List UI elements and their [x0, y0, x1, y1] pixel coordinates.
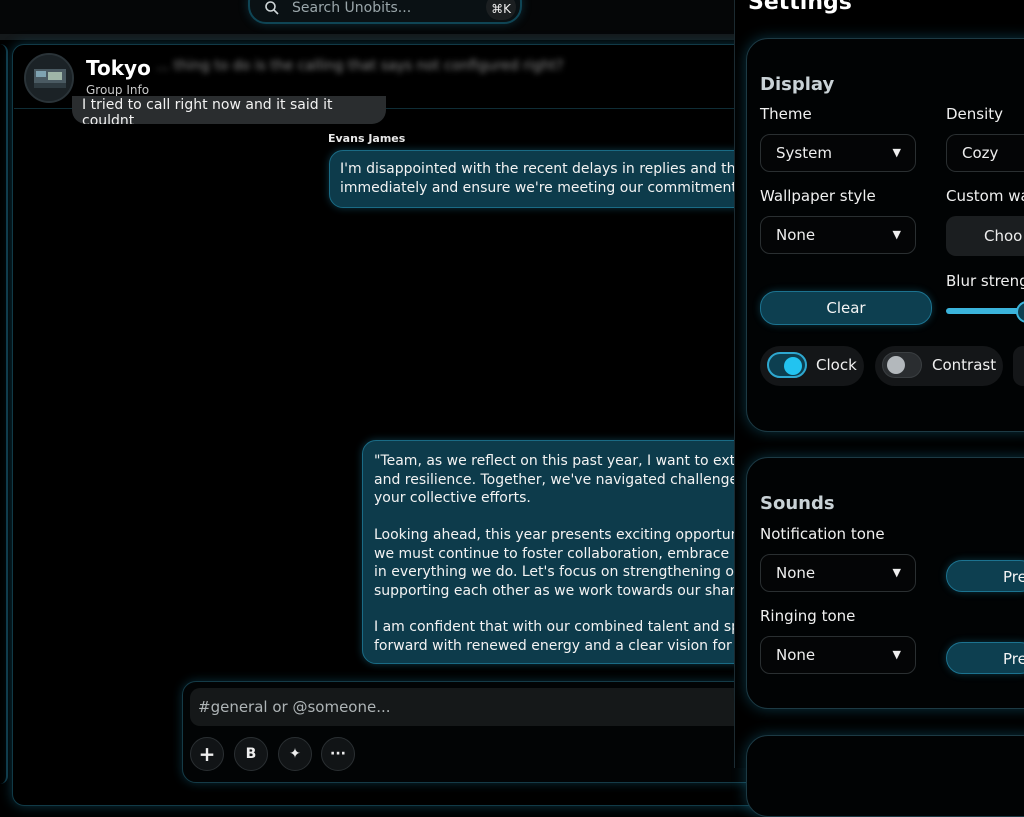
sparkle-icon: ✦: [289, 746, 301, 762]
message-line: immediately and ensure we're meeting our…: [340, 180, 749, 196]
ringing-tone-value: None: [776, 646, 816, 664]
extra-toggle-pill[interactable]: [1013, 346, 1024, 386]
message-line: "Team, as we reflect on this past year, …: [374, 453, 762, 469]
density-value: Cozy: [962, 144, 999, 162]
clock-switch[interactable]: [767, 352, 807, 378]
message-line: in everything we do. Let's focus on stre…: [374, 564, 749, 580]
notification-tone-label: Notification tone: [760, 525, 885, 543]
sounds-section-title: Sounds: [760, 493, 835, 514]
notification-tone-select[interactable]: None ▼: [760, 554, 916, 592]
switch-knob: [784, 357, 802, 375]
preview-ringing-button[interactable]: Pre: [946, 642, 1024, 674]
message-line: and resilience. Together, we've navigate…: [374, 471, 765, 488]
sender-name: Evans James: [328, 132, 406, 145]
theme-value: System: [776, 144, 832, 162]
display-section-title: Display: [760, 74, 835, 95]
group-avatar[interactable]: [24, 53, 74, 103]
message-line: supporting each other as we work towards…: [374, 582, 753, 599]
message-line: I'm disappointed with the recent delays …: [340, 161, 757, 177]
ringing-tone-select[interactable]: None ▼: [760, 636, 916, 674]
group-info-link[interactable]: Group Info: [86, 83, 149, 97]
plus-icon: +: [198, 742, 216, 766]
search-bar[interactable]: Search Unobits... ⌘K: [248, 0, 522, 24]
blur-strength-slider[interactable]: [946, 308, 1024, 314]
more-icon: ···: [330, 746, 346, 762]
group-photo-icon: [26, 55, 72, 101]
theme-label: Theme: [760, 105, 812, 123]
message-line: your collective efforts.: [374, 490, 531, 506]
wallpaper-select[interactable]: None ▼: [760, 216, 916, 254]
caret-down-icon: ▼: [892, 566, 901, 579]
density-select[interactable]: Cozy: [946, 134, 1024, 172]
blurred-preview: ... thing to do is the calling that says…: [156, 58, 564, 74]
theme-select[interactable]: System ▼: [760, 134, 916, 172]
add-attachment-button[interactable]: +: [190, 737, 224, 771]
density-label: Density: [946, 105, 1004, 123]
group-name[interactable]: Tokyo: [86, 56, 151, 80]
clock-label: Clock: [816, 356, 857, 374]
message-text: I tried to call right now and it said it…: [82, 97, 333, 124]
settings-title: Settings: [748, 0, 852, 15]
caret-down-icon: ▼: [892, 228, 901, 241]
left-panel-edge: [0, 44, 8, 784]
choose-wallpaper-button[interactable]: Choo: [946, 216, 1024, 256]
blur-strength-label: Blur streng: [946, 272, 1024, 290]
search-icon: [265, 1, 279, 15]
bold-button[interactable]: B: [234, 737, 268, 771]
contrast-switch[interactable]: [882, 352, 922, 378]
wallpaper-value: None: [776, 226, 816, 244]
more-options-button[interactable]: ···: [321, 737, 355, 771]
message-line: forward with renewed energy and a clear …: [374, 637, 753, 654]
header-divider: [0, 34, 740, 40]
search-placeholder: Search Unobits...: [292, 0, 412, 16]
message-bubble-received: I tried to call right now and it said it…: [72, 96, 386, 124]
message-line: Looking ahead, this year presents exciti…: [374, 527, 753, 543]
shortcut-badge: ⌘K: [486, 0, 516, 20]
message-line: we must continue to foster collaboration…: [374, 545, 752, 562]
message-bubble-sent: I'm disappointed with the recent delays …: [329, 150, 771, 208]
contrast-label: Contrast: [932, 356, 997, 374]
custom-wallpaper-label: Custom wa: [946, 187, 1024, 205]
switch-knob: [887, 356, 905, 374]
bold-icon: B: [245, 746, 257, 762]
clear-wallpaper-button[interactable]: Clear: [760, 291, 932, 325]
caret-down-icon: ▼: [892, 648, 901, 661]
message-bubble-sent: "Team, as we reflect on this past year, …: [362, 440, 784, 664]
message-line: I am confident that with our combined ta…: [374, 619, 750, 635]
notification-tone-value: None: [776, 564, 816, 582]
message-input[interactable]: [190, 688, 770, 726]
ai-sparkle-button[interactable]: ✦: [278, 737, 312, 771]
next-settings-card: [746, 735, 1024, 817]
caret-down-icon: ▼: [892, 146, 901, 159]
preview-notification-button[interactable]: Pre: [946, 560, 1024, 592]
wallpaper-label: Wallpaper style: [760, 187, 876, 205]
ringing-tone-label: Ringing tone: [760, 607, 856, 625]
